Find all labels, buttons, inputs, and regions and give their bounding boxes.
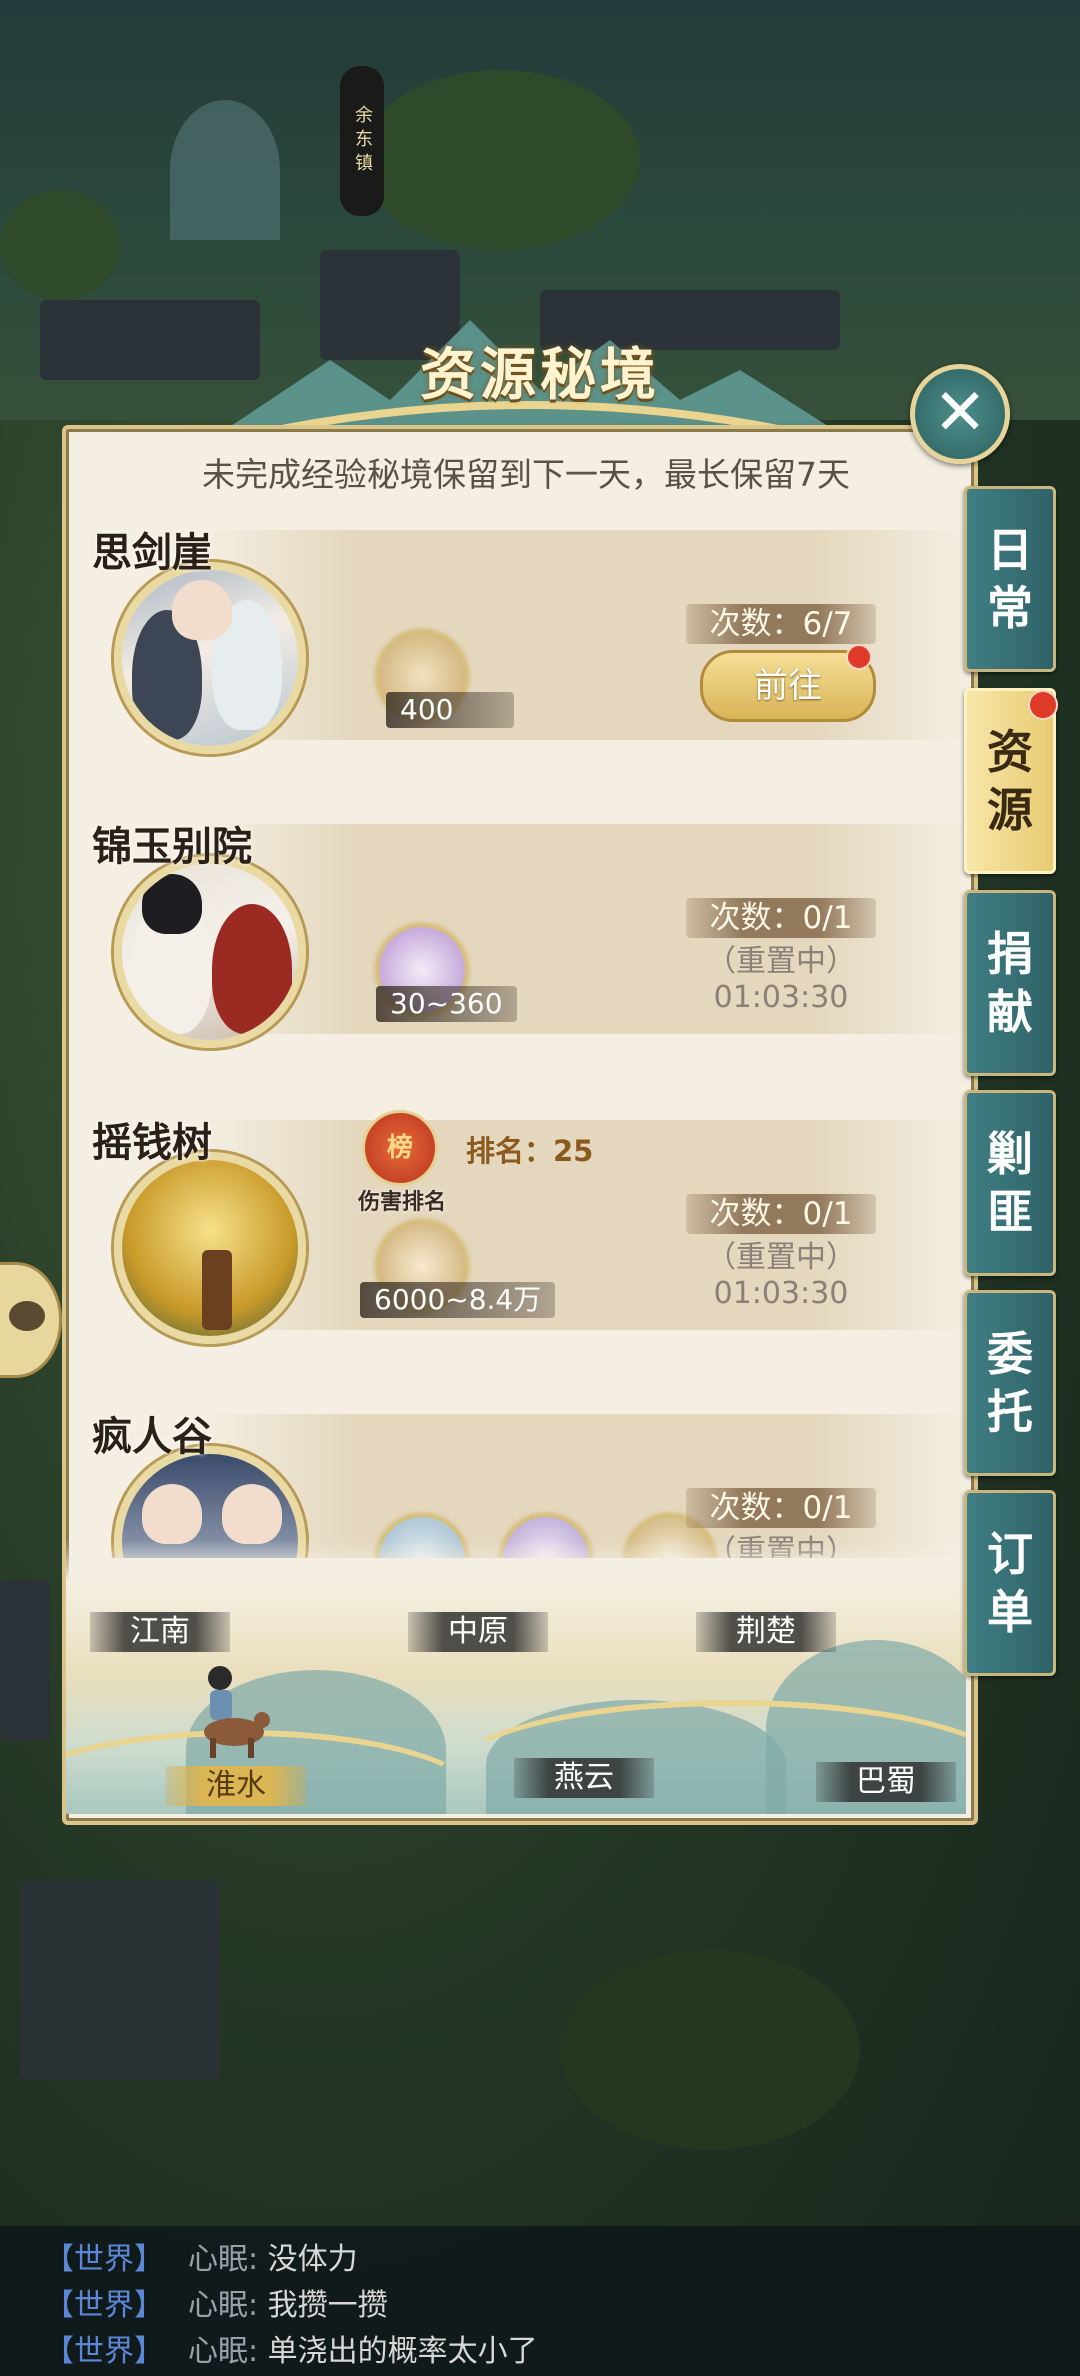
reset-timer: 01:03:30: [713, 1276, 849, 1311]
world-chat-log[interactable]: 【世界】 心眠: 没体力 【世界】 心眠: 我攒一攒 【世界】 心眠: 单浇出的概率太…: [0, 2226, 1080, 2376]
tab-label: 匪: [987, 1185, 1033, 1239]
reset-status: （重置中）: [706, 1240, 856, 1275]
rank-caption: 伤害排名: [358, 1190, 447, 1215]
dungeon-list[interactable]: 思剑崖 400 次数：6/7 前往 锦玉别院 30~360 次数：0/1 （重置…: [70, 510, 970, 1558]
chat-speaker: 心眠:: [188, 2242, 259, 2277]
dungeon-name: 摇钱树: [92, 1119, 212, 1166]
tab-commission[interactable]: 委 托: [964, 1290, 1056, 1476]
tab-label: 资: [987, 725, 1033, 779]
chat-icon: [9, 1301, 45, 1331]
tab-label: 剿: [987, 1127, 1033, 1181]
tab-label: 订: [987, 1527, 1033, 1581]
tab-label: 委: [987, 1327, 1033, 1381]
region-jiangnan[interactable]: 江南: [90, 1612, 230, 1652]
chat-speaker: 心眠:: [188, 2334, 259, 2369]
mountain: [170, 100, 280, 240]
tab-label: 源: [987, 783, 1033, 837]
tab-label: 托: [987, 1385, 1033, 1439]
chat-text: 我攒一攒: [267, 2288, 388, 2323]
dungeon-card-yaoqianshu: 摇钱树 榜 伤害排名 排名：25 6000~8.4万 次数：0/1 （重置中） …: [70, 1100, 970, 1360]
dungeon-portrait[interactable]: [114, 1152, 306, 1344]
region-huaishui[interactable]: 淮水: [166, 1766, 306, 1806]
attempt-count: 次数：0/1: [686, 1488, 876, 1528]
player-rider-icon: [204, 1666, 270, 1758]
region-yanyun[interactable]: 燕云: [514, 1758, 654, 1798]
alert-dot: [1028, 690, 1058, 720]
chat-line: 【世界】 心眠: 单浇出的概率太小了: [44, 2326, 538, 2370]
reward-value: 400: [386, 692, 514, 728]
reset-status: （重置中）: [706, 944, 856, 979]
chat-channel: 【世界】: [44, 2288, 164, 2323]
tree: [360, 70, 640, 250]
dungeon-card-sijianya: 思剑崖 400 次数：6/7 前往: [70, 510, 970, 770]
house-roof: [0, 1580, 50, 1740]
chat-channel: 【世界】: [44, 2334, 164, 2369]
tab-label: 常: [987, 581, 1033, 635]
attempt-count: 次数：0/1: [686, 1194, 876, 1234]
region-bashu[interactable]: 巴蜀: [816, 1762, 956, 1802]
dungeon-card-fengrengu: 疯人谷 次数：0/1 （重置中）: [70, 1394, 970, 1558]
reset-timer: 01:03:30: [713, 980, 849, 1015]
tab-orders[interactable]: 订 单: [964, 1490, 1056, 1676]
tab-daily[interactable]: 日 常: [964, 486, 1056, 672]
attempt-count: 次数：6/7: [686, 604, 876, 644]
chat-text: 没体力: [267, 2242, 358, 2277]
dungeon-name: 疯人谷: [92, 1413, 212, 1460]
tab-label: 单: [987, 1585, 1033, 1639]
chat-line: 【世界】 心眠: 我攒一攒: [44, 2280, 388, 2324]
house-roof: [20, 1880, 220, 2080]
chat-speaker: 心眠:: [188, 2288, 259, 2323]
dungeon-portrait[interactable]: [114, 856, 306, 1048]
tab-donate[interactable]: 捐 献: [964, 890, 1056, 1076]
reward-value: 6000~8.4万: [360, 1282, 556, 1318]
tab-bandits[interactable]: 剿 匪: [964, 1090, 1056, 1276]
alert-dot: [846, 644, 872, 670]
tab-label: 日: [987, 523, 1033, 577]
town-name-sign[interactable]: 余东镇: [340, 66, 384, 216]
dungeon-portrait[interactable]: [114, 562, 306, 754]
attempt-count: 次数：0/1: [686, 898, 876, 938]
rank-text: 排名：25: [466, 1134, 594, 1168]
tab-label: 献: [987, 985, 1033, 1039]
chat-channel: 【世界】: [44, 2242, 164, 2277]
dungeon-card-jinyubieyuan: 锦玉别院 30~360 次数：0/1 （重置中） 01:03:30: [70, 804, 970, 1064]
reward-value: 30~360: [376, 986, 517, 1022]
dungeon-name: 思剑崖: [92, 529, 212, 576]
close-icon: ✕: [933, 376, 987, 450]
list-fade: [66, 1540, 966, 1580]
region-jingchu[interactable]: 荆楚: [696, 1612, 836, 1652]
tab-label: 捐: [987, 927, 1033, 981]
chat-text: 单浇出的概率太小了: [267, 2334, 538, 2369]
tree: [560, 1950, 860, 2150]
rank-badge-icon[interactable]: 榜: [362, 1110, 438, 1186]
notice-text: 未完成经验秘境保留到下一天，最长保留7天: [202, 455, 850, 494]
dungeon-name: 锦玉别院: [92, 823, 252, 870]
chat-line: 【世界】 心眠: 没体力: [44, 2234, 358, 2278]
tree: [0, 190, 120, 300]
region-zhongyuan[interactable]: 中原: [408, 1612, 548, 1652]
